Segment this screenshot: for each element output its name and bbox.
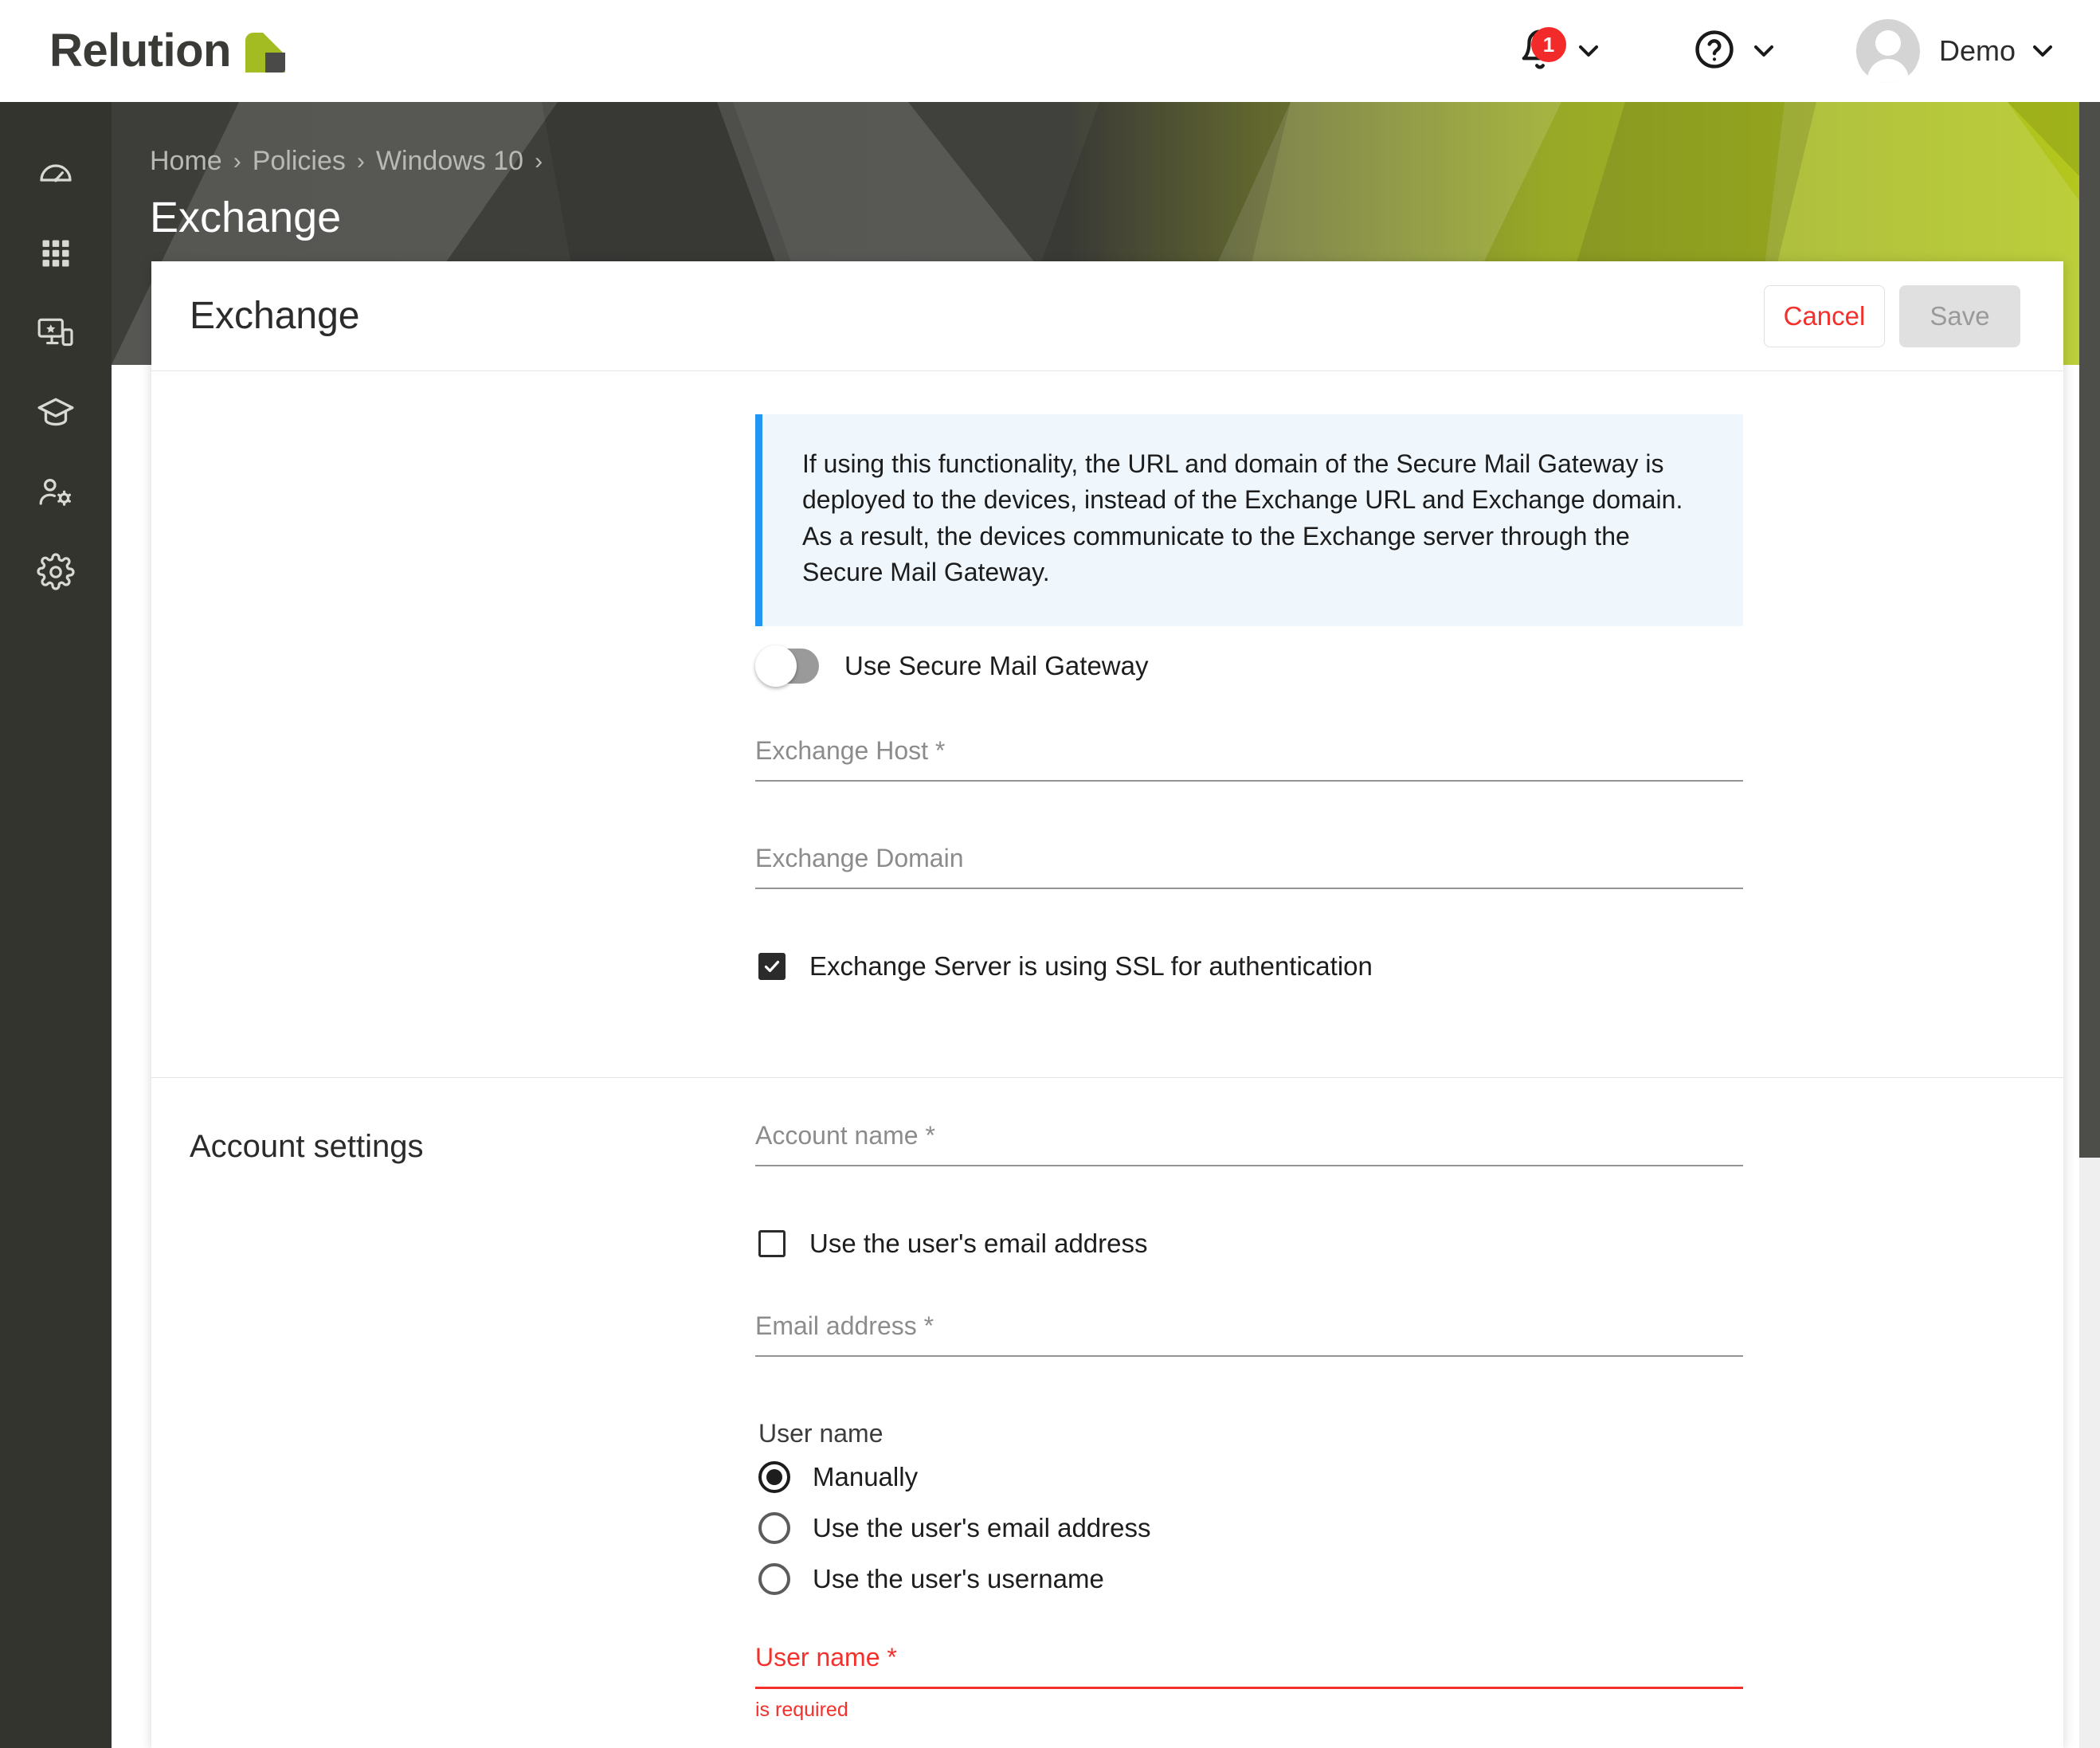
account-settings-label: Account settings	[190, 1128, 424, 1164]
chevron-down-icon[interactable]	[1748, 35, 1780, 67]
gear-icon	[37, 553, 75, 591]
radio-user-username[interactable]	[758, 1562, 790, 1595]
sidebar	[0, 102, 112, 1748]
user-settings-icon	[37, 473, 75, 511]
exchange-domain-field[interactable]: Exchange Domain	[755, 844, 1743, 889]
toggle-label: Use Secure Mail Gateway	[844, 650, 1149, 680]
brand-logo[interactable]: Relution	[49, 28, 285, 74]
field-underline	[755, 779, 1743, 782]
account-name-field[interactable]: Account name *	[755, 1121, 1743, 1166]
radio-option-user-email[interactable]: Use the user's email address	[758, 1511, 1743, 1544]
top-bar: Relution 1 Demo	[0, 0, 2100, 102]
card-header: Exchange Cancel Save	[151, 261, 2063, 371]
check-icon	[764, 960, 780, 972]
breadcrumb-item-policies[interactable]: Policies	[253, 146, 346, 177]
use-user-email-checkbox[interactable]	[758, 1229, 786, 1257]
exchange-domain-label: Exchange Domain	[755, 843, 964, 872]
breadcrumb: Home › Policies › Windows 10 ›	[150, 146, 543, 177]
info-banner-text: If using this functionality, the URL and…	[802, 449, 1683, 587]
help-circle-icon[interactable]	[1692, 27, 1737, 76]
toggle-track[interactable]	[755, 645, 819, 687]
cancel-button[interactable]: Cancel	[1764, 284, 1885, 347]
account-name: Demo	[1938, 34, 2016, 67]
user-avatar-icon[interactable]	[1855, 19, 1920, 83]
brand-name: Relution	[49, 25, 231, 76]
info-banner: If using this functionality, the URL and…	[755, 414, 1743, 626]
email-address-label: Email address *	[755, 1311, 934, 1340]
user-name-field[interactable]: User name * is required	[755, 1643, 1743, 1722]
account-name-label: Account name *	[755, 1120, 935, 1150]
exchange-ssl-label: Exchange Server is using SSL for authent…	[809, 950, 1373, 981]
exchange-ssl-checkbox-row[interactable]: Exchange Server is using SSL for authent…	[758, 951, 1743, 982]
gateway-section: If using this functionality, the URL and…	[151, 371, 2063, 1077]
sidebar-item-education[interactable]	[18, 374, 94, 451]
exchange-host-field[interactable]: Exchange Host *	[755, 736, 1743, 782]
notification-badge: 1	[1530, 27, 1566, 62]
apps-grid-icon	[38, 236, 73, 271]
bell-icon[interactable]: 1	[1518, 25, 1566, 76]
radio-manually-label: Manually	[813, 1461, 919, 1491]
breadcrumb-item-home[interactable]: Home	[150, 146, 222, 177]
breadcrumb-separator: ›	[535, 147, 543, 174]
dashboard-speedometer-icon	[37, 155, 75, 193]
user-name-label: User name *	[755, 1642, 897, 1672]
sidebar-item-apps[interactable]	[18, 215, 94, 292]
breadcrumb-item-windows-10[interactable]: Windows 10	[376, 146, 523, 177]
help-menu[interactable]	[1692, 27, 1780, 76]
breadcrumb-separator: ›	[356, 147, 365, 174]
use-user-email-checkbox-row[interactable]: Use the user's email address	[758, 1229, 1743, 1259]
use-user-email-label: Use the user's email address	[809, 1228, 1148, 1258]
scrollbar-thumb[interactable]	[2079, 102, 2100, 1158]
devices-icon	[36, 313, 76, 353]
breadcrumb-separator: ›	[233, 147, 241, 174]
radio-option-user-username[interactable]: Use the user's username	[758, 1562, 1743, 1595]
account-settings-section: Account settings Account name * Use the …	[151, 1076, 2063, 1748]
radio-user-username-label: Use the user's username	[813, 1563, 1104, 1593]
radio-user-email[interactable]	[758, 1511, 790, 1544]
card-actions: Cancel Save	[1764, 284, 2020, 347]
radio-manually[interactable]	[758, 1460, 790, 1493]
sidebar-item-devices[interactable]	[18, 295, 94, 371]
relution-logo-mark-icon	[245, 33, 285, 73]
field-underline	[755, 1354, 1743, 1357]
exchange-settings-card: Exchange Cancel Save If using this funct…	[151, 261, 2063, 1748]
account-menu[interactable]: Demo	[1855, 19, 2059, 83]
card-title: Exchange	[190, 295, 360, 337]
user-name-radio-group-label: User name	[758, 1418, 883, 1448]
hero-text: Home › Policies › Windows 10 › Exchange	[150, 146, 543, 242]
sidebar-item-settings[interactable]	[18, 534, 94, 610]
use-secure-mail-gateway-toggle[interactable]: Use Secure Mail Gateway	[755, 645, 1743, 687]
field-underline	[755, 887, 1743, 889]
exchange-ssl-checkbox[interactable]	[758, 952, 786, 980]
page-title: Exchange	[150, 194, 342, 241]
exchange-host-label: Exchange Host *	[755, 735, 946, 765]
user-name-error: is required	[755, 1698, 848, 1721]
radio-option-manually[interactable]: Manually	[758, 1460, 1743, 1493]
top-bar-right: 1 Demo	[1518, 19, 2059, 83]
user-name-radio-group: User name Manually Use the user's email …	[758, 1419, 1743, 1595]
chevron-down-icon[interactable]	[2027, 35, 2059, 67]
account-settings-body: Account name * Use the user's email addr…	[755, 1121, 1743, 1748]
radio-user-email-label: Use the user's email address	[813, 1512, 1151, 1542]
email-address-field[interactable]: Email address *	[755, 1311, 1743, 1357]
gateway-section-body: If using this functionality, the URL and…	[755, 414, 1743, 1034]
notifications-menu[interactable]: 1	[1518, 25, 1604, 76]
graduation-cap-icon	[36, 393, 76, 433]
toggle-knob	[755, 645, 797, 687]
sidebar-item-dashboard[interactable]	[18, 135, 94, 212]
gateway-section-label	[190, 414, 755, 1034]
save-button[interactable]: Save	[1899, 284, 2020, 347]
chevron-down-icon[interactable]	[1573, 35, 1604, 67]
field-underline	[755, 1164, 1743, 1166]
sidebar-item-users[interactable]	[18, 454, 94, 531]
